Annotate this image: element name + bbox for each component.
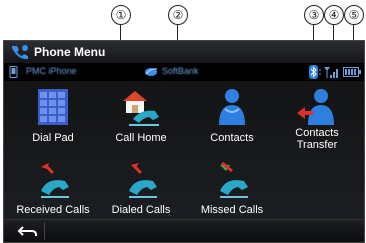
received-calls-button[interactable]: Received Calls xyxy=(8,159,98,219)
device-name: PMC iPhone xyxy=(26,66,77,76)
missed-calls-button[interactable]: Missed Calls xyxy=(187,159,277,219)
callout-2: ② xyxy=(168,5,188,25)
battery-icon xyxy=(343,67,361,77)
dialed-calls-button[interactable]: Dialed Calls xyxy=(96,159,186,219)
phone-menu-icon xyxy=(12,45,28,60)
dialed-calls-label: Dialed Calls xyxy=(111,204,171,216)
back-arrow-icon xyxy=(17,226,37,236)
call-home-button[interactable]: Call Home xyxy=(96,87,186,147)
dial-pad-button[interactable]: Dial Pad xyxy=(8,87,98,147)
missed-calls-icon xyxy=(220,161,248,198)
dialed-calls-icon xyxy=(129,163,157,198)
contacts-transfer-button[interactable]: Contacts Transfer xyxy=(272,87,362,151)
call-home-icon xyxy=(123,91,159,126)
contacts-button[interactable]: Contacts xyxy=(187,87,277,147)
call-home-label: Call Home xyxy=(115,132,167,144)
status-bar: PMC iPhone SoftBank xyxy=(4,63,364,81)
back-button[interactable] xyxy=(10,222,45,240)
callout-4: ④ xyxy=(324,5,344,25)
received-calls-label: Received Calls xyxy=(16,204,90,216)
callout-5: ⑤ xyxy=(344,5,364,25)
header-bar: Phone Menu xyxy=(4,41,364,63)
keypad-icon xyxy=(38,89,68,125)
contacts-transfer-label-line-1: Contacts xyxy=(295,127,339,139)
signal-strength-icon xyxy=(324,67,338,78)
callout-annotations: ① ② ③ ④ ⑤ xyxy=(0,0,366,76)
received-calls-icon xyxy=(41,163,69,198)
contacts-icon xyxy=(219,89,245,125)
callout-3: ③ xyxy=(304,5,324,25)
contacts-transfer-label-line-2: Transfer xyxy=(296,139,338,151)
dial-pad-label: Dial Pad xyxy=(32,132,74,144)
carrier-icon xyxy=(145,68,158,76)
carrier-name: SoftBank xyxy=(162,66,199,76)
footer-bar xyxy=(4,219,364,242)
phone-menu-screen: Phone Menu PMC iPhone SoftBank Dial Pad … xyxy=(3,40,365,243)
contacts-label: Contacts xyxy=(210,132,254,144)
page-title: Phone Menu xyxy=(34,45,106,59)
missed-calls-label: Missed Calls xyxy=(200,204,264,216)
bluetooth-icon xyxy=(309,65,321,79)
contacts-transfer-icon xyxy=(297,89,334,125)
callout-1: ① xyxy=(111,5,131,25)
mobile-phone-icon xyxy=(9,66,18,78)
